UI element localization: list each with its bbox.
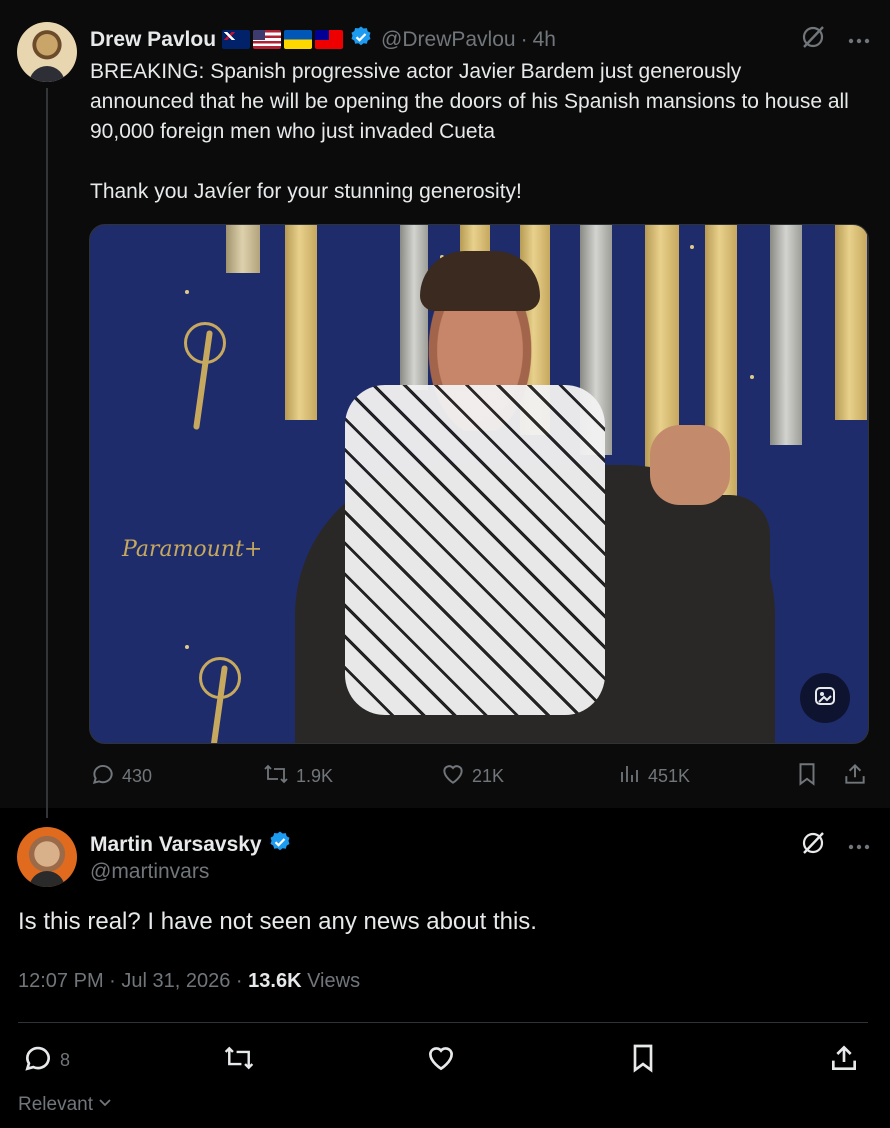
author-handle[interactable]: @DrewPavlou	[381, 28, 516, 52]
repost-button[interactable]: 1.9K	[262, 761, 333, 792]
sort-label: Relevant	[18, 1094, 93, 1115]
flag-usa-icon	[253, 30, 282, 49]
heart-icon	[425, 1042, 457, 1079]
heart-icon	[440, 761, 466, 792]
share-icon	[828, 1042, 860, 1079]
chevron-down-icon	[97, 1094, 113, 1116]
repost-button[interactable]	[222, 1042, 256, 1079]
tweet-media-image[interactable]: Paramount+	[89, 224, 869, 744]
tweet-meta: 12:07 PM · Jul 31, 2026 · 13.6K Views	[18, 970, 360, 993]
bookmark-icon	[627, 1042, 659, 1079]
author-name[interactable]: Martin Varsavsky	[90, 833, 262, 857]
tweet-corner-actions	[800, 24, 870, 55]
emmy-logo-icon	[170, 320, 240, 440]
bookmark-button[interactable]	[794, 761, 820, 792]
repost-icon	[262, 761, 290, 792]
more-options-icon[interactable]	[848, 31, 870, 49]
reply-button[interactable]: 8	[22, 1042, 70, 1079]
divider	[18, 1022, 868, 1023]
flag-australia-icon	[222, 30, 251, 49]
author-name[interactable]: Drew Pavlou	[90, 28, 216, 52]
timestamp[interactable]: 12:07 PM · Jul 31, 2026 ·	[18, 970, 243, 992]
avatar[interactable]	[17, 22, 77, 82]
like-button[interactable]: 21K	[440, 761, 504, 792]
share-button[interactable]	[842, 761, 868, 792]
reply-text: Is this real? I have not seen any news a…	[18, 908, 537, 935]
grok-icon[interactable]	[800, 24, 826, 55]
repost-count: 1.9K	[296, 765, 334, 786]
like-count: 21K	[472, 765, 505, 786]
bookmark-button[interactable]	[627, 1042, 659, 1079]
parent-tweet[interactable]: Drew Pavlou @DrewPavlou · 4h BREAKING: S…	[0, 0, 890, 818]
tweet-header: Drew Pavlou @DrewPavlou · 4h	[90, 25, 556, 54]
thread-line	[46, 88, 48, 818]
avatar[interactable]	[17, 827, 77, 887]
image-description-button[interactable]	[800, 673, 850, 723]
views-count: 451K	[648, 765, 691, 786]
views-button[interactable]: 451K	[618, 762, 690, 791]
paramount-logo: Paramount+	[122, 537, 263, 562]
verified-badge-icon[interactable]	[268, 830, 292, 859]
reply-button[interactable]: 430	[90, 761, 152, 792]
flag-taiwan-icon	[315, 30, 344, 49]
sort-dropdown[interactable]: Relevant	[18, 1094, 113, 1116]
more-options-icon[interactable]	[848, 837, 870, 855]
like-button[interactable]	[425, 1042, 457, 1079]
views-label: Views	[307, 970, 361, 992]
tweet-actions: 430 1.9K 21K 451K	[90, 760, 870, 792]
views-count: 13.6K	[248, 970, 302, 992]
tweet-text: BREAKING: Spanish progressive actor Javi…	[90, 60, 849, 203]
verified-badge-icon[interactable]	[349, 25, 373, 54]
reply-count: 8	[60, 1050, 71, 1070]
share-icon	[842, 761, 868, 792]
reply-header: Martin Varsavsky	[90, 830, 292, 859]
share-button[interactable]	[828, 1042, 860, 1079]
flag-ukraine-icon	[284, 30, 313, 49]
reply-count: 430	[122, 765, 153, 786]
bookmark-icon	[794, 761, 820, 792]
reply-icon	[90, 761, 116, 792]
tweet-corner-actions	[800, 830, 870, 861]
dot-separator: ·	[520, 27, 528, 51]
repost-icon	[222, 1042, 256, 1079]
reply-icon	[22, 1042, 54, 1079]
reply-actions: 8	[0, 1036, 890, 1080]
image-edit-icon	[813, 684, 837, 713]
grok-icon[interactable]	[800, 830, 826, 861]
author-flags	[222, 30, 344, 49]
emmy-logo-icon	[185, 655, 255, 743]
tweet-time[interactable]: 4h	[533, 28, 556, 52]
analytics-icon	[618, 762, 642, 791]
author-handle[interactable]: @martinvars	[90, 860, 209, 884]
